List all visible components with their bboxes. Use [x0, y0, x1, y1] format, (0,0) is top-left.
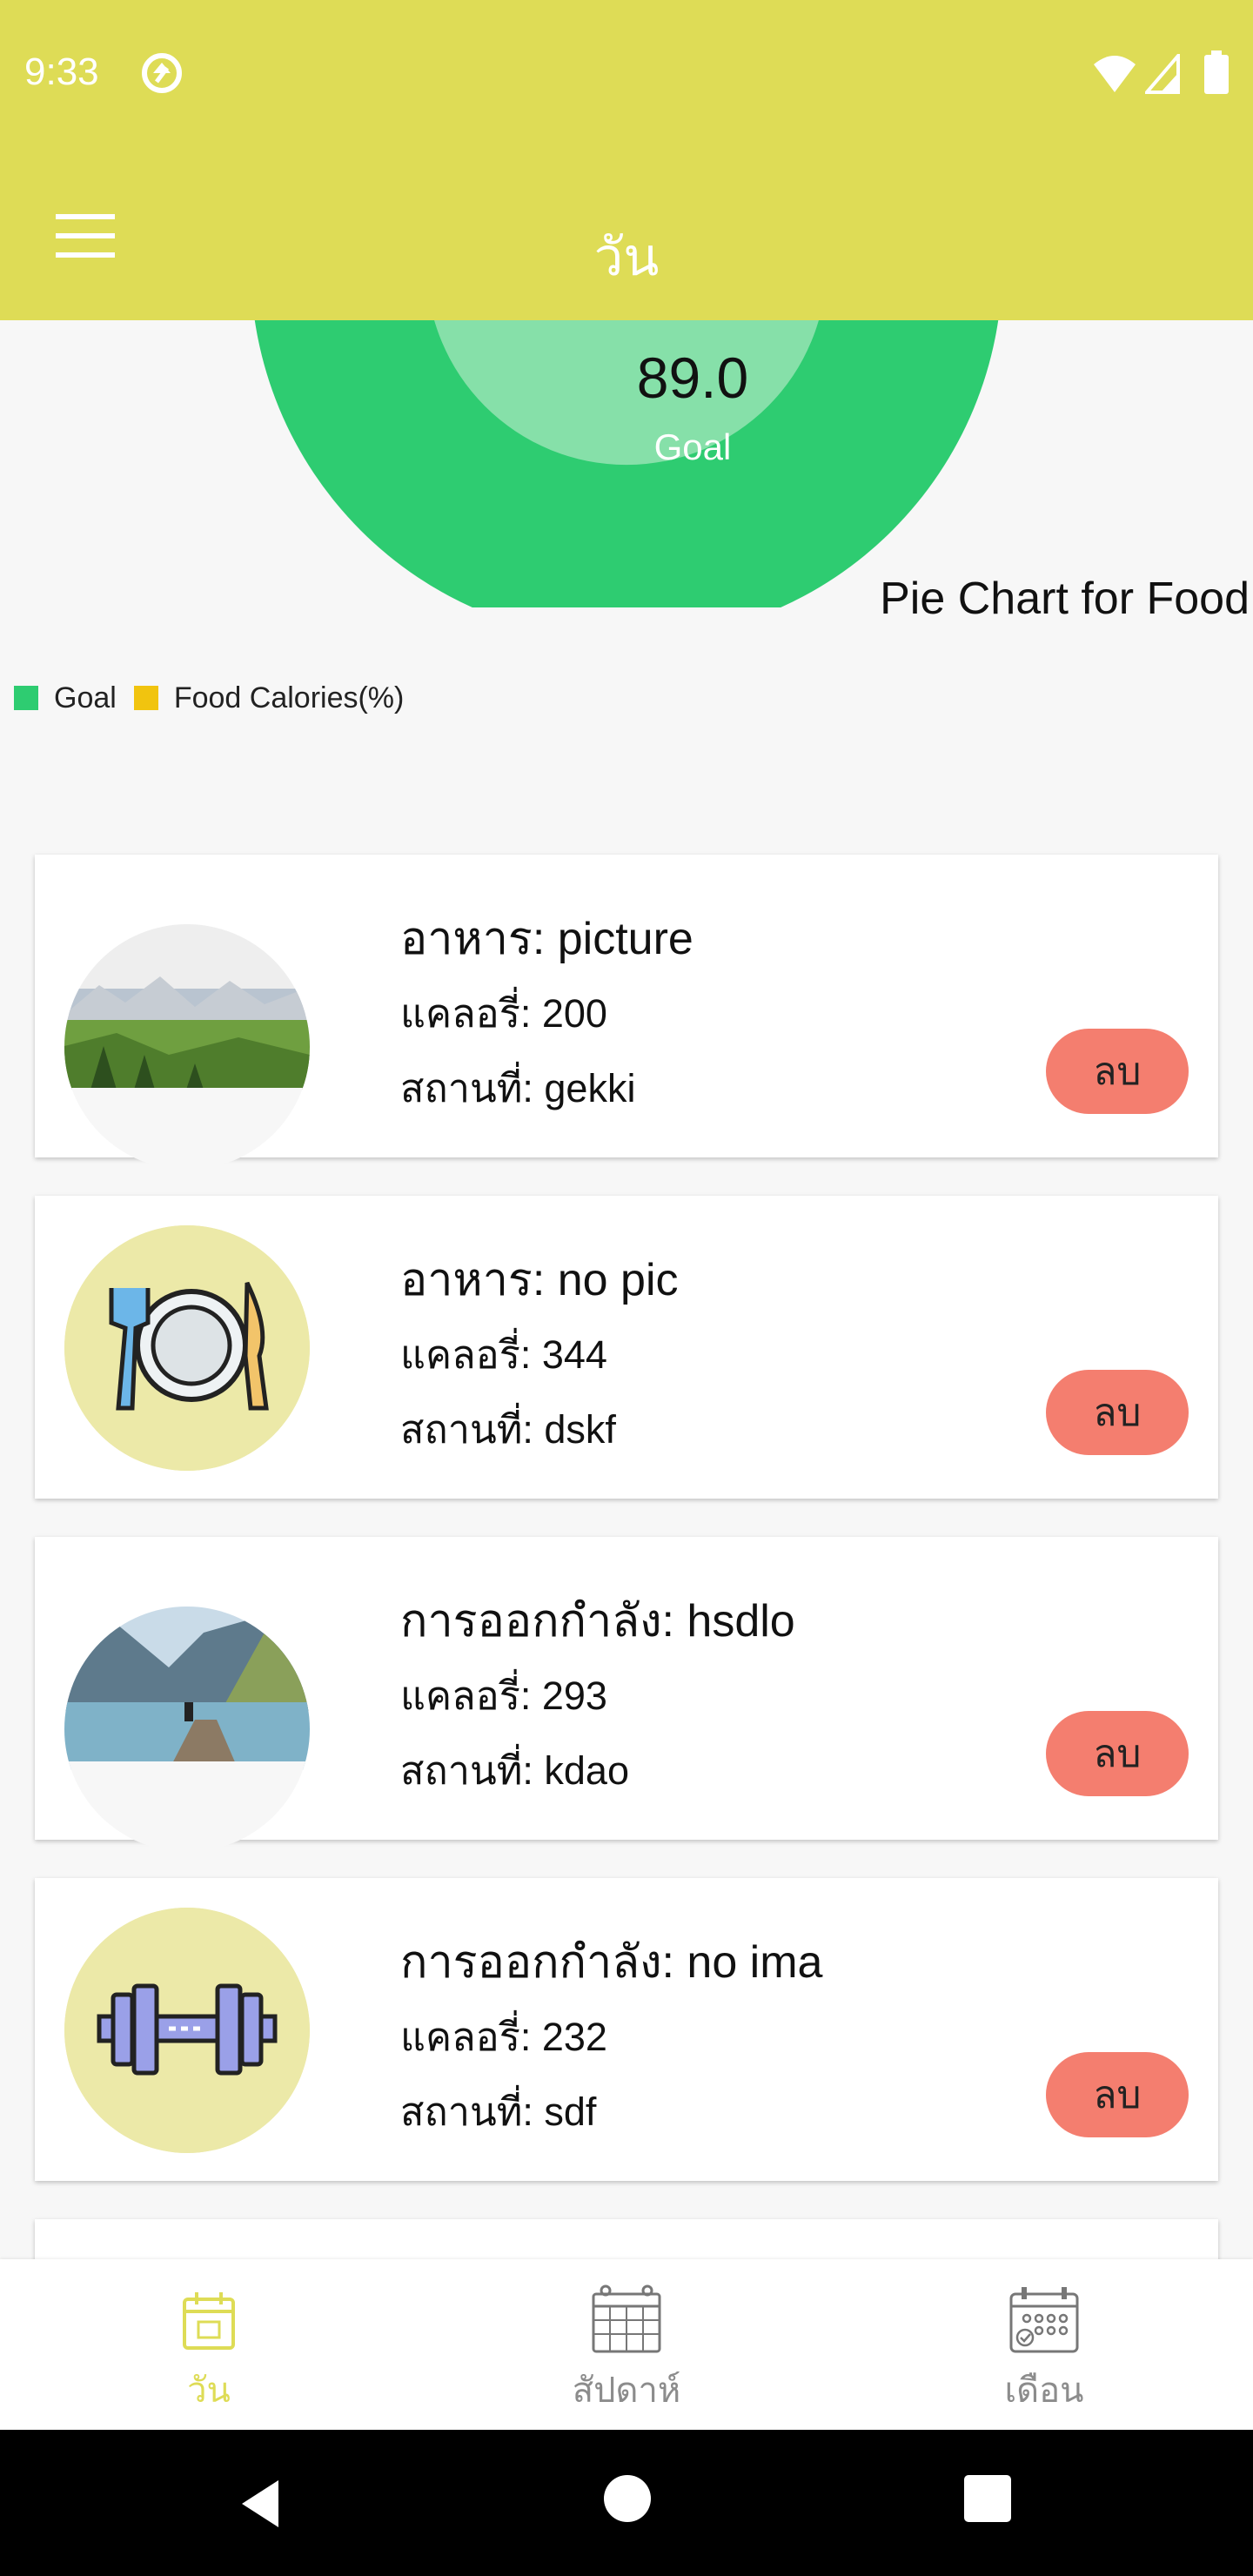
chart-legend: Goal Food Calories(%): [14, 679, 421, 717]
calendar-week-icon: [592, 2284, 661, 2353]
delete-button[interactable]: ลบ: [1046, 2052, 1189, 2137]
app-bar: วัน: [0, 148, 1253, 320]
pie-chart: 89.0 Goal Pie Chart for Food Goal Food C…: [0, 320, 1253, 773]
nav-item-week[interactable]: สัปดาห์: [418, 2259, 835, 2430]
nav-label-day: วัน: [187, 2371, 231, 2411]
plate-cutlery-icon: [64, 1225, 310, 1471]
calendar-day-icon: [183, 2292, 235, 2350]
legend-label-goal: Goal: [54, 681, 117, 714]
nav-label-week: สัปดาห์: [572, 2371, 681, 2411]
legend-swatch-goal: [14, 686, 38, 710]
dumbbell-icon: [64, 1908, 310, 2153]
list-item[interactable]: การออกกำลัง: no ima แคลอรี่: 232 สถานที่…: [35, 1878, 1218, 2181]
item-calories: แคลอรี่: 232: [400, 2015, 607, 2059]
list-item[interactable]: อาหาร: picture แคลอรี่: 200 สถานที่: gek…: [35, 855, 1218, 1170]
delete-button[interactable]: ลบ: [1046, 1711, 1189, 1796]
item-location: สถานที่: dskf: [400, 1407, 616, 1452]
item-location: สถานที่: kdao: [400, 1748, 629, 1793]
calendar-month-icon: [1009, 2287, 1079, 2353]
status-bar: 9:33: [0, 0, 1253, 148]
status-time: 9:33: [24, 50, 99, 93]
chart-description: Pie Chart for Food: [880, 574, 1250, 624]
page-title: วัน: [593, 227, 660, 288]
nav-item-day[interactable]: วัน: [0, 2259, 418, 2430]
item-title: การออกกำลัง: no ima: [400, 1937, 823, 1988]
landscape-photo: [64, 924, 310, 1170]
item-location: สถานที่: gekki: [400, 1066, 636, 1110]
bottom-navigation: วัน สัปดาห์ เดือน: [0, 2259, 1253, 2430]
list-item[interactable]: การออกกำลัง: hsdlo แคลอรี่: 293 สถานที่:…: [35, 1537, 1218, 1852]
item-title: อาหาร: picture: [400, 914, 694, 964]
nav-item-month[interactable]: เดือน: [835, 2259, 1253, 2430]
signal-icon: [1145, 54, 1180, 94]
item-title: อาหาร: no pic: [400, 1255, 679, 1305]
sync-icon: [142, 53, 182, 93]
delete-button[interactable]: ลบ: [1046, 1029, 1189, 1114]
list-item[interactable]: อาหาร: no pic แคลอรี่: 344 สถานที่: dskf…: [35, 1196, 1218, 1499]
recents-icon[interactable]: [964, 2475, 1011, 2522]
item-location: สถานที่: sdf: [400, 2090, 597, 2134]
home-icon[interactable]: [604, 2475, 651, 2522]
pie-center-value: 89.0: [636, 345, 749, 410]
back-icon[interactable]: [235, 2473, 296, 2534]
item-calories: แคลอรี่: 293: [400, 1674, 607, 1718]
item-calories: แคลอรี่: 344: [400, 1332, 607, 1377]
system-navigation-bar: [0, 2430, 1253, 2576]
item-calories: แคลอรี่: 200: [400, 991, 607, 1036]
pie-center-label: Goal: [653, 426, 732, 467]
nav-label-month: เดือน: [1004, 2371, 1084, 2411]
delete-button[interactable]: ลบ: [1046, 1370, 1189, 1455]
battery-icon: [1204, 50, 1229, 94]
legend-label-food: Food Calories(%): [173, 681, 405, 714]
lake-photo: [64, 1607, 310, 1852]
item-title: การออกกำลัง: hsdlo: [400, 1596, 795, 1647]
legend-swatch-food: [133, 686, 158, 710]
wifi-icon: [1094, 56, 1136, 92]
